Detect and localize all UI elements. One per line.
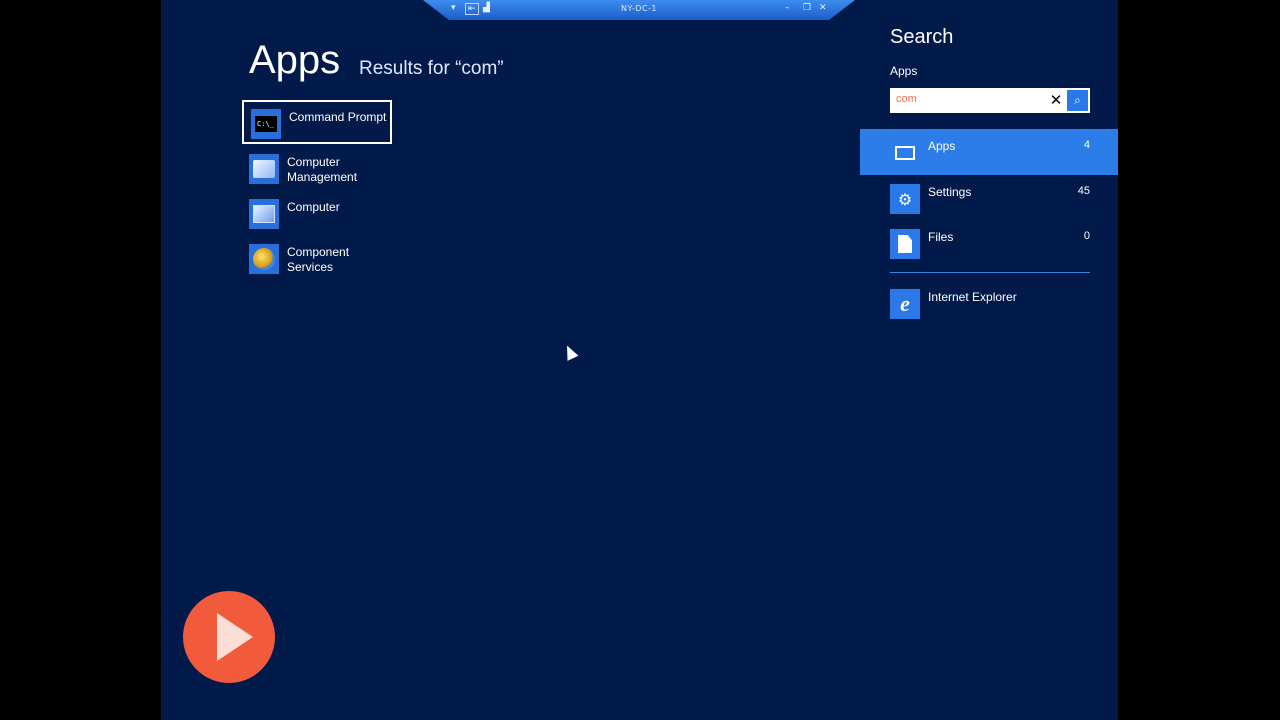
remote-desktop-connection-bar: ▾ ⇤ ▟ NY-DC-1 – ❐ ✕ bbox=[423, 0, 855, 20]
remote-host-title: NY-DC-1 bbox=[620, 4, 658, 13]
command-prompt-icon: C:\_ bbox=[251, 109, 281, 139]
restore-icon[interactable]: ❐ bbox=[803, 3, 811, 13]
result-computer[interactable]: Computer bbox=[242, 192, 392, 236]
result-command-prompt[interactable]: C:\_ Command Prompt bbox=[242, 100, 392, 144]
remote-desktop-screen: ▾ ⇤ ▟ NY-DC-1 – ❐ ✕ Apps Results for “co… bbox=[161, 0, 1118, 720]
component-services-icon bbox=[249, 244, 279, 274]
scope-count: 0 bbox=[1083, 230, 1090, 242]
results-for-label: Results for “com” bbox=[359, 58, 504, 79]
scope-divider bbox=[890, 272, 1090, 273]
scope-count: 45 bbox=[1077, 185, 1090, 197]
mouse-cursor-icon bbox=[561, 343, 579, 361]
search-scope-label: Apps bbox=[890, 64, 918, 78]
result-label: Command Prompt bbox=[289, 110, 387, 124]
scope-label: Apps bbox=[928, 139, 956, 153]
result-label: Component Services bbox=[287, 245, 350, 274]
search-icon[interactable]: ⌕ bbox=[1067, 90, 1088, 111]
result-computer-management[interactable]: Computer Management bbox=[242, 147, 392, 191]
clear-search-icon[interactable]: ✕ bbox=[1046, 90, 1066, 110]
computer-icon bbox=[249, 199, 279, 229]
app-label: Internet Explorer bbox=[928, 290, 1017, 304]
scope-apps[interactable]: Apps 4 bbox=[860, 129, 1118, 175]
search-input[interactable] bbox=[896, 93, 1046, 105]
result-label: Computer bbox=[287, 200, 340, 214]
internet-explorer-icon: e bbox=[890, 289, 920, 319]
scope-settings[interactable]: ⚙ Settings 45 bbox=[860, 175, 1118, 221]
apps-keyboard-icon bbox=[890, 138, 920, 168]
scope-files[interactable]: Files 0 bbox=[860, 220, 1118, 266]
scope-label: Settings bbox=[928, 185, 972, 199]
app-internet-explorer[interactable]: e Internet Explorer bbox=[860, 280, 1118, 326]
close-icon[interactable]: ✕ bbox=[819, 3, 827, 13]
scope-label: Files bbox=[928, 230, 954, 244]
file-icon bbox=[890, 229, 920, 259]
page-title: Apps bbox=[249, 38, 341, 82]
computer-management-icon bbox=[249, 154, 279, 184]
search-pane-title: Search bbox=[890, 26, 954, 48]
play-logo-icon bbox=[183, 591, 275, 683]
result-component-services[interactable]: Component Services bbox=[242, 237, 392, 281]
minimize-icon[interactable]: – bbox=[785, 3, 790, 13]
scope-count: 4 bbox=[1083, 139, 1090, 151]
search-box: ✕ ⌕ bbox=[890, 88, 1090, 113]
gear-icon: ⚙ bbox=[890, 184, 920, 214]
result-label: Computer Management bbox=[287, 155, 358, 184]
